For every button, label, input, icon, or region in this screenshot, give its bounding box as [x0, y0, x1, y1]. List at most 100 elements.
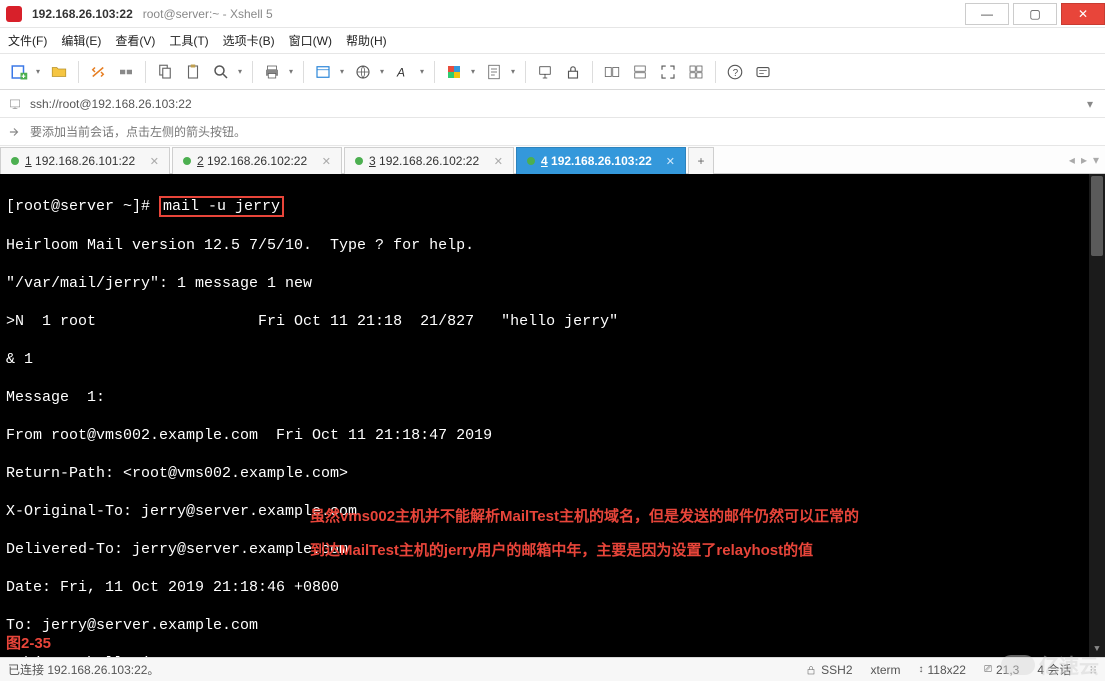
fullscreen-icon[interactable]: [655, 59, 681, 85]
status-ssh: SSH2: [805, 663, 852, 677]
tab-label: 4 192.168.26.103:22: [541, 154, 652, 168]
search-dropdown[interactable]: ▾: [236, 59, 244, 85]
address-dropdown-icon[interactable]: ▾: [1081, 97, 1099, 111]
minimize-button[interactable]: —: [965, 3, 1009, 25]
reconnect-icon[interactable]: [85, 59, 111, 85]
print-dropdown[interactable]: ▾: [287, 59, 295, 85]
script-dropdown[interactable]: ▾: [509, 59, 517, 85]
window-title-sub: root@server:~ - Xshell 5: [143, 7, 273, 21]
paste-icon[interactable]: [180, 59, 206, 85]
toolbar: ▾ ▾ ▾ ▾ ▾ A ▾ ▾ ▾: [0, 54, 1105, 90]
tab-prev-icon[interactable]: ◂: [1069, 153, 1075, 167]
tab-label: 3 192.168.26.102:22: [369, 154, 479, 168]
terminal[interactable]: [root@server ~]# mail -u jerry Heirloom …: [0, 174, 1105, 657]
figure-label: 图2-35: [6, 634, 51, 653]
encoding-dropdown[interactable]: ▾: [378, 59, 386, 85]
annotation-text-2: 到达MailTest主机的jerry用户的邮箱中年，主要是因为设置了relayh…: [310, 536, 813, 566]
compose-icon[interactable]: [750, 59, 776, 85]
lock-icon[interactable]: [560, 59, 586, 85]
properties-icon[interactable]: [310, 59, 336, 85]
new-session-dropdown[interactable]: ▾: [34, 59, 42, 85]
scroll-thumb[interactable]: [1091, 176, 1103, 256]
properties-dropdown[interactable]: ▾: [338, 59, 346, 85]
colorscheme-dropdown[interactable]: ▾: [469, 59, 477, 85]
annotation-text-1: 虽然vms002主机并不能解析MailTest主机的域名，但是发送的邮件仍然可以…: [310, 502, 859, 532]
terminal-line: "/var/mail/jerry": 1 message 1 new: [6, 274, 1099, 293]
terminal-line: >N 1 root Fri Oct 11 21:18 21/827 "hello…: [6, 312, 1099, 331]
font-dropdown[interactable]: ▾: [418, 59, 426, 85]
status-size: ↕118x22: [919, 663, 966, 677]
menu-edit[interactable]: 编辑(E): [61, 32, 101, 49]
globe-icon[interactable]: [350, 59, 376, 85]
tile-icon[interactable]: [683, 59, 709, 85]
address-text[interactable]: ssh://root@192.168.26.103:22: [30, 97, 1081, 111]
terminal-line: Heirloom Mail version 12.5 7/5/10. Type …: [6, 236, 1099, 255]
terminal-line: [root@server ~]# mail -u jerry: [6, 196, 1099, 217]
tab-session-3[interactable]: 3 192.168.26.102:22 ✕: [344, 147, 514, 174]
session-icon: [6, 95, 24, 113]
scroll-down-icon[interactable]: ▼: [1089, 641, 1105, 657]
tab-next-icon[interactable]: ▸: [1081, 153, 1087, 167]
layout-horizontal-icon[interactable]: [599, 59, 625, 85]
new-session-icon[interactable]: [6, 59, 32, 85]
layout-vertical-icon[interactable]: [627, 59, 653, 85]
terminal-line: Message 1:: [6, 388, 1099, 407]
tab-session-1[interactable]: 1 192.168.26.101:22 ✕: [0, 147, 170, 174]
tabbar: 1 192.168.26.101:22 ✕ 2 192.168.26.102:2…: [0, 146, 1105, 174]
colorscheme-icon[interactable]: [441, 59, 467, 85]
status-dot-icon: [183, 157, 191, 165]
menu-tabs[interactable]: 选项卡(B): [223, 32, 275, 49]
font-icon[interactable]: A: [390, 59, 416, 85]
status-dot-icon: [355, 157, 363, 165]
tab-list-icon[interactable]: ▾: [1093, 153, 1099, 167]
status-dot-icon: [11, 157, 19, 165]
statusbar: 已连接 192.168.26.103:22。 SSH2 xterm ↕118x2…: [0, 657, 1105, 681]
tab-close-icon[interactable]: ✕: [666, 155, 675, 168]
send-icon[interactable]: [532, 59, 558, 85]
tab-close-icon[interactable]: ✕: [150, 155, 159, 168]
tab-close-icon[interactable]: ✕: [494, 155, 503, 168]
tab-session-4[interactable]: 4 192.168.26.103:22 ✕: [516, 147, 686, 174]
tab-session-2[interactable]: 2 192.168.26.102:22 ✕: [172, 147, 342, 174]
terminal-line: To: jerry@server.example.com: [6, 616, 1099, 635]
menu-window[interactable]: 窗口(W): [289, 32, 332, 49]
status-sessions: 4 会话: [1037, 661, 1071, 678]
close-button[interactable]: ✕: [1061, 3, 1105, 25]
menu-view[interactable]: 查看(V): [115, 32, 155, 49]
terminal-line: & 1: [6, 350, 1099, 369]
maximize-button[interactable]: ▢: [1013, 3, 1057, 25]
menu-tools[interactable]: 工具(T): [169, 32, 208, 49]
status-dot-icon: [527, 157, 535, 165]
app-icon: [6, 6, 22, 22]
highlighted-command: mail -u jerry: [159, 196, 284, 217]
terminal-line: Date: Fri, 11 Oct 2019 21:18:46 +0800: [6, 578, 1099, 597]
status-connected: 已连接 192.168.26.103:22。: [8, 661, 787, 678]
script-icon[interactable]: [481, 59, 507, 85]
menubar: 文件(F) 编辑(E) 查看(V) 工具(T) 选项卡(B) 窗口(W) 帮助(…: [0, 28, 1105, 54]
window-title-main: 192.168.26.103:22: [32, 7, 133, 21]
titlebar: 192.168.26.103:22 root@server:~ - Xshell…: [0, 0, 1105, 28]
quickbar-hint: 要添加当前会话，点击左侧的箭头按钮。: [30, 123, 246, 140]
status-term: xterm: [871, 663, 901, 677]
address-bar: ssh://root@192.168.26.103:22 ▾: [0, 90, 1105, 118]
disconnect-icon[interactable]: [113, 59, 139, 85]
tab-nav: ◂ ▸ ▾: [1063, 146, 1105, 173]
help-icon[interactable]: ?: [722, 59, 748, 85]
menu-help[interactable]: 帮助(H): [346, 32, 387, 49]
copy-icon[interactable]: [152, 59, 178, 85]
svg-text:A: A: [396, 65, 405, 79]
terminal-line: From root@vms002.example.com Fri Oct 11 …: [6, 426, 1099, 445]
open-icon[interactable]: [46, 59, 72, 85]
search-icon[interactable]: [208, 59, 234, 85]
quickbar: 要添加当前会话，点击左侧的箭头按钮。: [0, 118, 1105, 146]
status-grip-icon: ⁝⁝: [1089, 663, 1097, 677]
tab-label: 1 192.168.26.101:22: [25, 154, 135, 168]
tab-add-button[interactable]: +: [688, 147, 714, 174]
terminal-scrollbar[interactable]: ▲ ▼: [1089, 174, 1105, 657]
menu-file[interactable]: 文件(F): [8, 32, 47, 49]
add-session-arrow-icon[interactable]: [6, 124, 22, 140]
terminal-line: Return-Path: <root@vms002.example.com>: [6, 464, 1099, 483]
tab-close-icon[interactable]: ✕: [322, 155, 331, 168]
status-pos: ⎚21,3: [984, 663, 1019, 677]
print-icon[interactable]: [259, 59, 285, 85]
